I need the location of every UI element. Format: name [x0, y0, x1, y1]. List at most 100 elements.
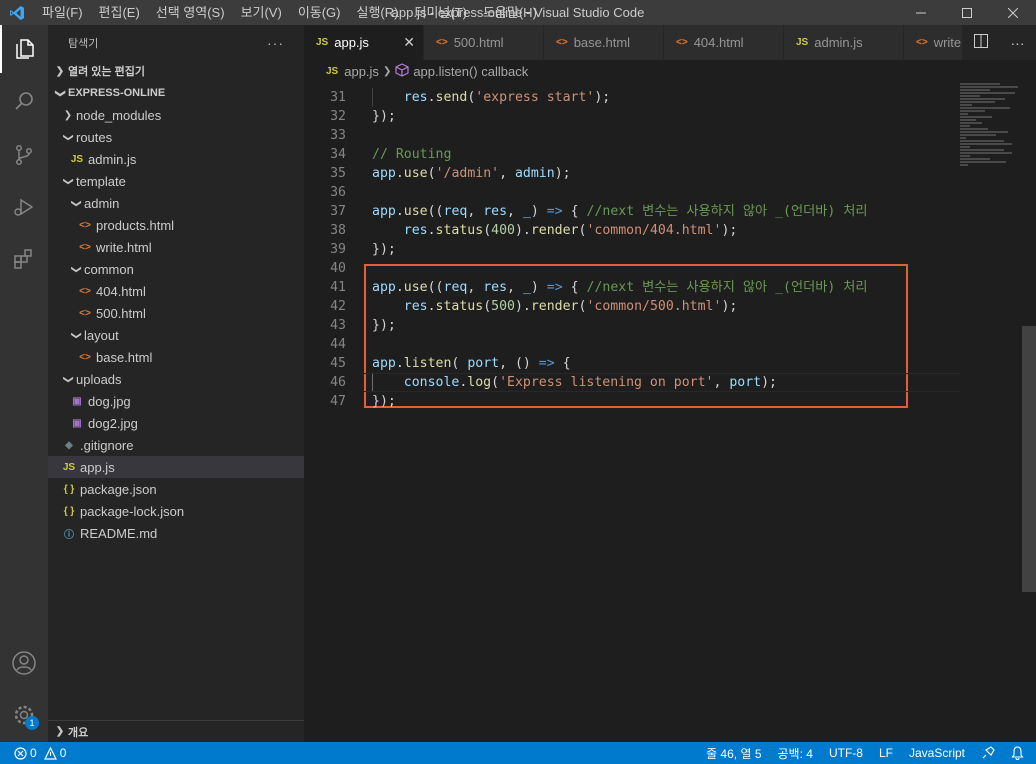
open-editors-label: 열려 있는 편집기: [68, 66, 145, 78]
cube-icon: [395, 62, 409, 80]
code-token: .: [395, 280, 404, 295]
source-control-icon[interactable]: [0, 131, 48, 179]
code-token: 'common/500.html': [586, 299, 722, 314]
file-item[interactable]: <> 500.html: [48, 302, 304, 324]
tree-item-label: app.js: [80, 459, 115, 475]
title-bar: 파일(F) 편집(E) 선택 영역(S) 보기(V) 이동(G) 실행(R) 터미널(T) 도…: [0, 0, 1036, 25]
json-file-icon: { }: [63, 483, 75, 495]
notifications-bell-icon[interactable]: [1003, 746, 1036, 760]
end-of-line[interactable]: LF: [871, 746, 901, 760]
cursor-position[interactable]: 줄 46, 열 5: [698, 745, 769, 762]
menu-item[interactable]: 터미널(T): [406, 0, 474, 25]
folder-item[interactable]: ❯ node_modules: [48, 104, 304, 126]
code-token: ,: [467, 204, 484, 219]
html-file-icon: <>: [556, 37, 568, 48]
file-item[interactable]: <> write.html: [48, 236, 304, 258]
html-file-icon: <>: [916, 37, 928, 48]
image-file-icon: ▣: [72, 395, 82, 407]
tab-404-html[interactable]: <> 404.html: [664, 25, 784, 60]
code-token: app: [372, 166, 396, 181]
folder-item[interactable]: ❯ admin: [48, 192, 304, 214]
menu-item[interactable]: 실행(R): [349, 0, 407, 25]
tab-admin-js[interactable]: JS admin.js: [784, 25, 904, 60]
code-token: admin: [514, 166, 555, 181]
tree-item-label: layout: [84, 327, 119, 343]
line-number: 46: [330, 375, 346, 390]
code-line: 42 res.status(500).render('common/500.ht…: [304, 297, 904, 316]
chevron-right-icon: ❯: [55, 726, 65, 737]
folder-item[interactable]: ❯ common: [48, 258, 304, 280]
file-item[interactable]: JS admin.js: [48, 148, 304, 170]
line-number: 44: [330, 337, 346, 352]
search-icon[interactable]: [0, 77, 48, 125]
code-token: ((: [427, 204, 444, 219]
menu-item[interactable]: 도움말(H): [475, 0, 545, 25]
code-line: 37 app.use((req, res, _) => { //next 변수는 …: [304, 202, 904, 221]
open-editors-section[interactable]: ❯ 열려 있는 편집기: [48, 60, 304, 82]
code-line: 31 res.send('express start');: [304, 88, 904, 107]
menu-item[interactable]: 이동(G): [290, 0, 349, 25]
code-token: // Routing: [372, 147, 452, 162]
code-token: });: [372, 394, 396, 409]
scrollbar-thumb[interactable]: [1022, 326, 1036, 592]
code-token: app: [372, 280, 396, 295]
file-item[interactable]: <> products.html: [48, 214, 304, 236]
code-token: ,: [507, 280, 523, 295]
tab-app-js[interactable]: JS app.js ✕: [304, 25, 424, 60]
code-token: //next 변수는 사용하지 않아 _(언더바) 처리: [586, 204, 868, 219]
close-tab-icon[interactable]: ✕: [403, 34, 415, 51]
encoding[interactable]: UTF-8: [821, 746, 871, 760]
file-item[interactable]: { } package.json: [48, 478, 304, 500]
html-file-icon: <>: [79, 219, 91, 231]
menu-bar: 파일(F) 편집(E) 선택 영역(S) 보기(V) 이동(G) 실행(R) 터미널(T) 도…: [34, 0, 545, 25]
code-line: 45 app.listen( port, () => {: [304, 354, 904, 373]
code-token: res: [483, 204, 508, 219]
code-token: 500: [491, 299, 515, 314]
file-item[interactable]: ◆ .gitignore: [48, 434, 304, 456]
indentation[interactable]: 공백: 4: [770, 745, 821, 762]
file-item[interactable]: { } package-lock.json: [48, 500, 304, 522]
file-item[interactable]: ⓘ README.md: [48, 522, 304, 544]
feedback-icon[interactable]: [973, 746, 1003, 760]
menu-item[interactable]: 파일(F): [34, 0, 91, 25]
chevron-down-icon: ❯: [62, 374, 74, 384]
run-debug-icon[interactable]: [0, 183, 48, 231]
folder-item[interactable]: ❯ routes: [48, 126, 304, 148]
file-item[interactable]: JS app.js: [48, 456, 304, 478]
settings-gear-icon[interactable]: 1: [0, 691, 48, 739]
problems-indicator[interactable]: 0 0: [0, 746, 74, 760]
tab-500-html[interactable]: <> 500.html: [424, 25, 544, 60]
maximize-button[interactable]: [944, 0, 990, 25]
tab-base-html[interactable]: <> base.html: [544, 25, 664, 60]
account-icon[interactable]: [0, 639, 48, 687]
more-actions-icon[interactable]: ···: [1011, 35, 1025, 51]
file-item[interactable]: <> 404.html: [48, 280, 304, 302]
file-item[interactable]: ▣ dog.jpg: [48, 390, 304, 412]
folder-item[interactable]: ❯ uploads: [48, 368, 304, 390]
folder-item[interactable]: ❯ template: [48, 170, 304, 192]
menu-item[interactable]: 선택 영역(S): [148, 0, 233, 25]
split-editor-icon[interactable]: [973, 34, 988, 51]
extensions-icon[interactable]: [0, 235, 48, 283]
project-section[interactable]: ❯ EXPRESS-ONLINE: [48, 82, 304, 104]
outline-section[interactable]: ❯ 개요: [48, 720, 304, 742]
breadcrumb-file[interactable]: app.js: [344, 64, 379, 79]
menu-item[interactable]: 보기(V): [233, 0, 290, 25]
explorer-icon[interactable]: [0, 25, 48, 73]
folder-item[interactable]: ❯ layout: [48, 324, 304, 346]
code-token: 'common/404.html': [586, 223, 722, 238]
more-actions-icon[interactable]: ···: [267, 35, 284, 51]
minimize-button[interactable]: [898, 0, 944, 25]
breadcrumb-symbol[interactable]: app.listen() callback: [413, 64, 528, 79]
close-window-button[interactable]: [990, 0, 1036, 25]
chevron-right-icon: ❯: [382, 65, 392, 77]
code-line: 39});: [304, 240, 904, 259]
minimap[interactable]: [960, 82, 1022, 742]
explorer-title: 탐색기: [68, 37, 99, 50]
language-mode[interactable]: JavaScript: [901, 746, 973, 760]
file-item[interactable]: <> base.html: [48, 346, 304, 368]
code-token: res: [403, 223, 428, 238]
menu-item[interactable]: 편집(E): [91, 0, 148, 25]
file-item[interactable]: ▣ dog2.jpg: [48, 412, 304, 434]
vertical-scrollbar[interactable]: [1022, 82, 1036, 742]
